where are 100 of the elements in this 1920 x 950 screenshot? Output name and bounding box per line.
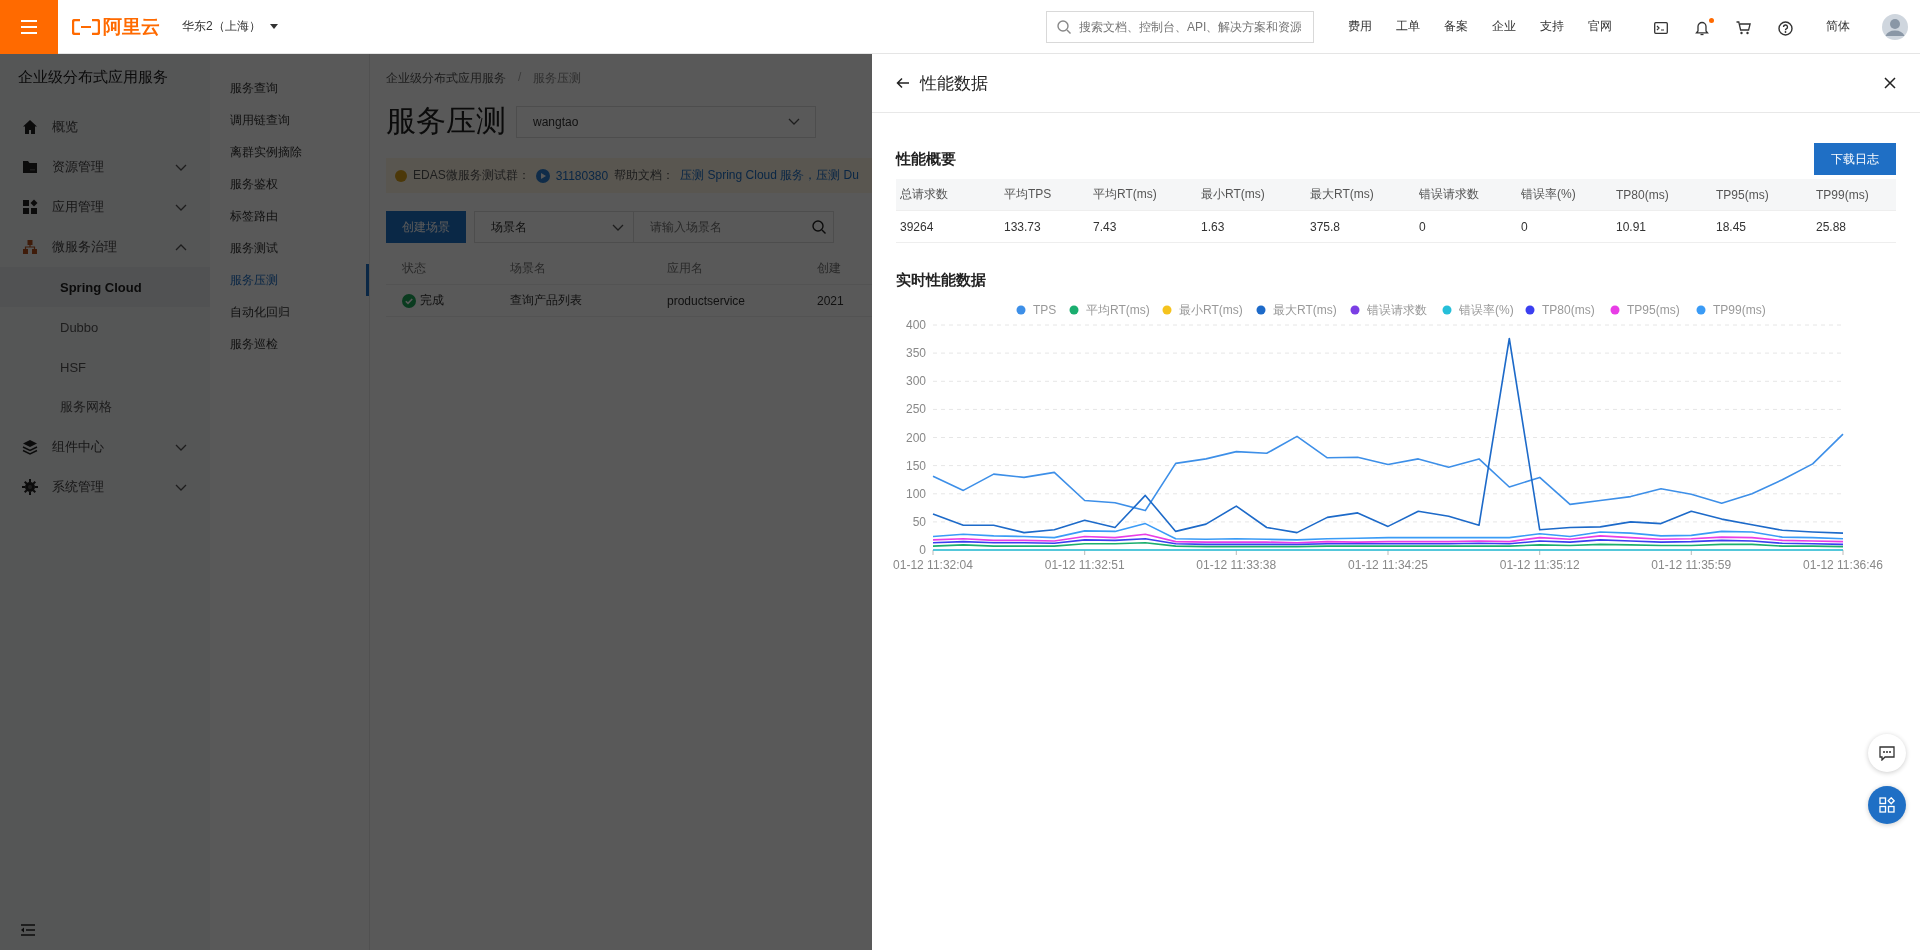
table-cell-text: 375.8 [1309,219,1342,234]
apps-button[interactable] [1868,786,1906,824]
terminal-icon [1654,22,1668,34]
avatar[interactable] [1882,13,1908,40]
notification-button[interactable] [1695,17,1714,36]
info-icon [395,169,407,182]
nav-link[interactable]: 备案 [1444,18,1468,35]
doc-link[interactable]: 压测 Du [816,167,859,184]
back-arrow-icon [896,77,910,89]
sidebar-item[interactable]: 系统管理 [0,467,210,507]
legend-label[interactable]: TP99(ms) [1713,303,1766,317]
filter-select[interactable]: 场景名 [474,211,634,243]
table-cell-text: 25.88 [1815,219,1848,234]
download-button[interactable]: 下载日志 [1814,143,1896,175]
table-cell-text: 39264 [899,219,935,234]
legend-label[interactable]: 最大RT(ms) [1273,303,1337,317]
drawer-title: 性能数据 [920,72,988,95]
legend-label[interactable]: 最小RT(ms) [1179,303,1243,317]
sidebar-item[interactable]: 微服务治理 [0,227,210,267]
sidebar-item[interactable]: 应用管理 [0,187,210,227]
column-header: 平均TPS [1003,186,1053,203]
breadcrumb-separator: / [518,70,522,86]
submenu-item[interactable]: 离群实例摘除 [210,136,369,168]
sidebar-item[interactable]: HSF [0,347,210,387]
legend-label[interactable]: TPS [1033,303,1057,317]
menu-button[interactable] [0,0,58,54]
column-header: 总请求数 [899,186,949,203]
axis-label: 01-12 11:34:25 [1348,558,1428,572]
column-header: 平均RT(ms) [1092,186,1158,203]
help-icon [1778,20,1793,36]
create-button[interactable]: 创建场景 [386,211,466,243]
submenu-item[interactable]: 自动化回归 [210,296,369,328]
search-icon [1057,19,1071,34]
logo-icon [72,18,100,35]
sidebar-item[interactable]: 概览 [0,107,210,147]
search-button[interactable] [812,220,826,234]
nav-link[interactable]: 支持 [1540,18,1564,35]
axis-label: 400 [905,318,926,332]
column-header: 最小RT(ms) [1200,186,1266,203]
table-cell-text: 0 [1418,219,1427,234]
check-circle-icon [402,293,416,308]
axis-label: 100 [905,486,926,501]
collapse-icon[interactable] [20,924,36,936]
sidebar-item[interactable]: 资源管理 [0,147,210,187]
axis-label: 01-12 11:33:38 [1196,558,1277,572]
page-title: 服务压测 [386,103,506,139]
table-cell-text: 1.63 [1200,219,1226,234]
namespace-select[interactable]: wangtao [516,105,816,138]
sidebar-item[interactable]: Dubbo [0,307,210,347]
notice-separator: ， [804,167,817,184]
nav-link[interactable]: 官网 [1588,18,1612,35]
chat-button[interactable] [1868,734,1906,772]
submenu-item[interactable]: 服务巡检 [210,328,369,360]
column-header: TP95(ms) [1715,187,1770,202]
table-cell-text: 133.73 [1003,219,1042,234]
table-cell-text: 7.43 [1092,219,1118,234]
cart-icon [1736,21,1751,35]
axis-label: 250 [905,402,926,417]
legend-label[interactable]: TP95(ms) [1627,303,1680,317]
submenu-item[interactable]: 调用链查询 [210,104,369,136]
legend-label[interactable]: 错误率(%) [1459,303,1514,317]
legend-label[interactable]: 错误请求数 [1367,303,1427,317]
region-selector[interactable]: 华东2（上海） [182,18,279,35]
column-header: TP80(ms) [1615,187,1670,202]
close-button[interactable] [1884,77,1896,89]
nav-link[interactable]: 企业 [1492,18,1516,35]
doc-link[interactable]: 压测 Spring Cloud 服务 [680,167,805,184]
hierarchy-icon [22,239,38,255]
sidebar-title: 企业级分布式应用服务 [17,68,169,87]
submenu-item[interactable]: 服务查询 [210,72,369,104]
grid-icon [22,199,38,215]
axis-label: 0 [919,543,926,557]
nav-link[interactable]: 工单 [1396,18,1420,35]
column-header: 错误率(%) [1520,186,1577,203]
axis-label: 01-12 11:35:59 [1651,558,1732,572]
axis-label: 01-12 11:32:04 [893,558,973,572]
column-header: 最大RT(ms) [1309,186,1375,203]
logo-text: 阿里云 [103,14,160,39]
column-header: 错误请求数 [1418,186,1480,203]
axis-label: 350 [905,346,926,361]
back-button[interactable] [896,77,910,89]
apps-icon [1879,797,1895,813]
sidebar-item[interactable]: 组件中心 [0,427,210,467]
table-cell-text: 10.91 [1615,219,1648,234]
bell-icon [1695,20,1709,36]
caret-icon [268,23,279,30]
legend-label[interactable]: 平均RT(ms) [1086,303,1150,317]
axis-label: 01-12 11:35:12 [1499,558,1580,572]
submenu-item[interactable]: 服务测试 [210,232,369,264]
sidebar-item[interactable]: Spring Cloud [0,267,210,307]
column-header: TP99(ms) [1815,187,1870,202]
legend-label[interactable]: TP80(ms) [1542,303,1595,317]
home-icon [22,119,38,135]
menu-icon [21,19,37,34]
status-text: 完成 [420,292,444,309]
language-button[interactable]: 简体 [1826,18,1850,35]
nav-link[interactable]: 费用 [1348,18,1372,35]
submenu-item[interactable]: 服务鉴权 [210,168,369,200]
submenu-item[interactable]: 标签路由 [210,200,369,232]
layers-icon [22,439,38,455]
